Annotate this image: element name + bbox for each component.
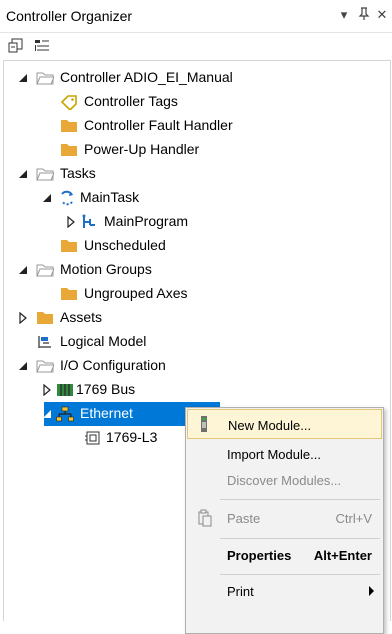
toggle-view-icon[interactable] (34, 38, 50, 54)
folder-open-icon (36, 360, 54, 373)
expanded-triangle-icon[interactable] (18, 168, 28, 180)
tree-item-io-configuration[interactable]: I/O Configuration (0, 354, 392, 378)
collapse-all-icon[interactable] (8, 38, 24, 54)
tree-item-label: Power-Up Handler (84, 141, 200, 157)
new-module-icon (201, 416, 207, 432)
tree-item-ungrouped-axes[interactable]: Ungrouped Axes (0, 282, 392, 306)
menu-item-properties[interactable]: Properties Alt+Enter (187, 540, 382, 570)
collapsed-triangle-icon[interactable] (18, 312, 28, 324)
tree-item-label: 1769 Bus (76, 381, 136, 397)
tree-item-label: I/O Configuration (60, 357, 166, 373)
collapsed-triangle-icon[interactable] (66, 216, 76, 228)
tree-item-label: Controller ADIO_EI_Manual (60, 69, 233, 85)
menu-item-discover-modules[interactable]: Discover Modules... (187, 465, 382, 495)
dropdown-arrow-icon[interactable]: ▾ (336, 7, 352, 23)
tree-item-powerup-handler[interactable]: Power-Up Handler (0, 138, 392, 162)
folder-icon (37, 312, 53, 324)
folder-open-icon (36, 264, 54, 277)
menu-separator (220, 499, 380, 500)
panel-title: Controller Organizer (6, 8, 133, 24)
tree-item-controller-tags[interactable]: Controller Tags (0, 90, 392, 114)
organizer-toolbar (0, 33, 392, 59)
tree-item-controller[interactable]: Controller ADIO_EI_Manual (0, 66, 392, 90)
folder-open-icon (36, 72, 54, 85)
program-icon (82, 214, 95, 228)
controller-module-icon (85, 431, 100, 445)
tree-item-label: 1769-L3 (106, 429, 158, 445)
tree-item-unscheduled[interactable]: Unscheduled (0, 234, 392, 258)
menu-item-new-module[interactable]: New Module... (187, 409, 382, 439)
bus-module-icon (57, 384, 73, 396)
network-icon (56, 406, 74, 422)
context-menu: New Module... Import Module... Discover … (185, 407, 384, 634)
menu-item-paste[interactable]: Paste Ctrl+V (187, 503, 382, 533)
menu-item-label: Print (227, 584, 254, 599)
menu-item-label: New Module... (228, 418, 312, 433)
menu-item-label: Properties (227, 548, 292, 563)
tree-item-main-program[interactable]: MainProgram (0, 210, 392, 234)
tree-item-label: Tasks (60, 165, 96, 181)
tag-icon (60, 95, 77, 110)
menu-item-label: Import Module... (227, 447, 321, 462)
menu-item-label: Paste (227, 511, 261, 526)
tree-item-label: Controller Tags (84, 93, 178, 109)
tree-item-1769-bus[interactable]: 1769 Bus (0, 378, 392, 402)
panel-title-bar: Controller Organizer ▾ ✕ (0, 0, 392, 33)
tree-item-main-task[interactable]: MainTask (0, 186, 392, 210)
logical-model-icon (38, 336, 51, 348)
collapsed-triangle-icon[interactable] (42, 384, 52, 396)
submenu-arrow-icon (369, 586, 374, 596)
folder-icon (61, 240, 77, 252)
expanded-triangle-icon[interactable] (42, 408, 52, 420)
expanded-triangle-icon[interactable] (18, 264, 28, 276)
folder-open-icon (36, 168, 54, 181)
tree-item-label: Logical Model (60, 333, 147, 349)
tree-item-label: Assets (60, 309, 103, 325)
tree-item-label: Unscheduled (84, 237, 166, 253)
tree-item-assets[interactable]: Assets (0, 306, 392, 330)
folder-icon (61, 288, 77, 300)
menu-item-print[interactable]: Print (187, 576, 382, 606)
tree-item-label: Controller Fault Handler (84, 117, 233, 133)
expanded-triangle-icon[interactable] (18, 360, 28, 372)
tree-item-label: MainTask (80, 189, 140, 205)
tree-item-label: MainProgram (104, 213, 189, 229)
tree-item-label: Ungrouped Axes (84, 285, 188, 301)
tree-item-fault-handler[interactable]: Controller Fault Handler (0, 114, 392, 138)
menu-separator (220, 574, 380, 575)
menu-item-shortcut: Alt+Enter (313, 548, 372, 563)
menu-item-label: Discover Modules... (227, 473, 342, 488)
pin-icon[interactable] (356, 7, 372, 23)
folder-icon (61, 144, 77, 156)
menu-separator (220, 538, 380, 539)
close-icon[interactable]: ✕ (374, 7, 390, 23)
folder-icon (61, 120, 77, 132)
expanded-triangle-icon[interactable] (18, 72, 28, 84)
menu-item-shortcut: Ctrl+V (335, 511, 372, 526)
tree-item-logical-model[interactable]: Logical Model (0, 330, 392, 354)
tree-item-label: Ethernet (80, 405, 133, 421)
tree-item-tasks[interactable]: Tasks (0, 162, 392, 186)
paste-icon (198, 509, 212, 527)
continuous-task-icon (61, 190, 73, 206)
tree-item-motion-groups[interactable]: Motion Groups (0, 258, 392, 282)
tree-item-label: Motion Groups (60, 261, 152, 277)
expanded-triangle-icon[interactable] (42, 192, 52, 204)
